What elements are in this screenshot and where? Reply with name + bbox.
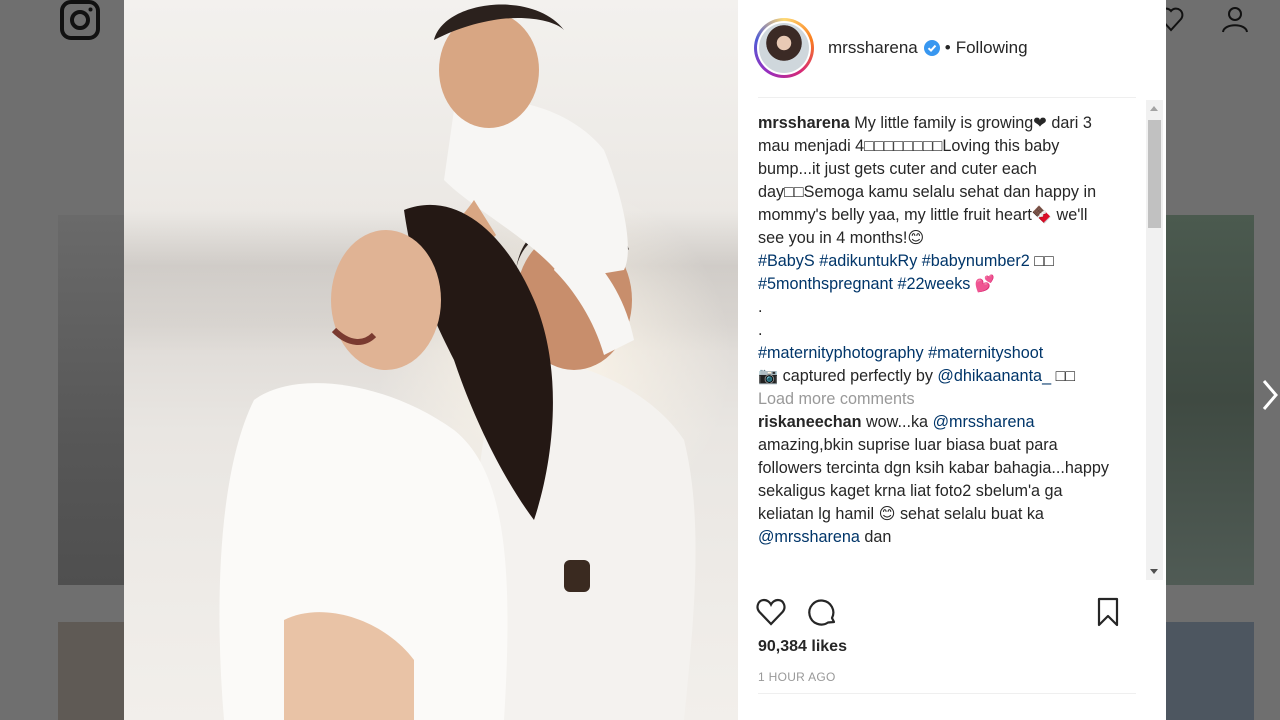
caption-username[interactable]: mrssharena — [758, 114, 850, 132]
feed-thumbnail[interactable] — [58, 215, 124, 585]
hashtag-link[interactable]: #maternityshoot — [928, 344, 1043, 362]
caption: mrssharena My little family is growing❤ … — [758, 112, 1116, 250]
likes-count[interactable]: 90,384 likes — [758, 638, 847, 656]
hashtag-link[interactable]: #adikuntukRy — [819, 252, 917, 270]
feed-thumbnail[interactable] — [1166, 622, 1254, 720]
hashtag-link[interactable]: #5monthspregnant — [758, 275, 893, 293]
post-actions — [738, 582, 1166, 642]
heart-icon[interactable] — [754, 595, 788, 629]
post-timestamp[interactable]: 1 HOUR AGO — [758, 670, 836, 684]
caption-hashtags-line: #BabyS #adikuntukRy #babynumber2 □□ — [758, 250, 1116, 273]
feed-thumbnail[interactable] — [58, 622, 124, 720]
hashtag-link[interactable]: #maternityphotography — [758, 344, 924, 362]
following-button[interactable]: Following — [956, 38, 1028, 58]
profile-icon[interactable] — [1220, 4, 1250, 34]
avatar[interactable] — [754, 18, 814, 78]
post-photo[interactable] — [124, 0, 738, 720]
scroll-down-arrow[interactable] — [1150, 569, 1158, 574]
header-divider — [758, 97, 1136, 98]
caption-dot: . — [758, 298, 763, 316]
caption-hashtags-line: #5monthspregnant #22weeks 💕 — [758, 273, 1116, 296]
comment-text: dan — [864, 528, 892, 546]
chevron-right-icon[interactable] — [1260, 375, 1280, 415]
comment-icon[interactable] — [806, 595, 840, 629]
scroll-up-arrow[interactable] — [1150, 106, 1158, 111]
caption-credit: 📷 captured perfectly by @dhikaananta_ □□ — [758, 365, 1116, 388]
mention-link[interactable]: @mrssharena — [758, 528, 860, 546]
hashtag-link[interactable]: #BabyS — [758, 252, 815, 270]
caption-hashtags-line: #maternityphotography #maternityshoot — [758, 342, 1116, 365]
instagram-icon[interactable] — [60, 0, 100, 40]
caption-text: My little family is growing❤ dari 3 mau … — [758, 114, 1097, 247]
load-more-comments-button[interactable]: Load more comments — [758, 388, 1116, 411]
scrollbar-thumb[interactable] — [1148, 120, 1161, 228]
credit-text: 📷 captured perfectly by — [758, 367, 933, 385]
header-separator: • — [944, 38, 951, 57]
comments-list[interactable]: mrssharena My little family is growing❤ … — [758, 112, 1116, 582]
avatar-photo — [759, 23, 809, 73]
hashtag-suffix: □□ — [1034, 252, 1054, 270]
comment: riskaneechan wow...ka @mrssharena amazin… — [758, 411, 1116, 549]
verified-badge-icon — [923, 40, 940, 56]
hashtag-suffix: 💕 — [974, 275, 996, 293]
hashtag-link[interactable]: #22weeks — [898, 275, 971, 293]
comment-username[interactable]: riskaneechan — [758, 413, 861, 431]
credit-suffix: □□ — [1055, 367, 1076, 385]
photo-family-illustration — [219, 4, 696, 720]
post-sidebar: mrssharena • Following mrssharena My lit… — [738, 0, 1166, 720]
bookmark-icon[interactable] — [1091, 595, 1125, 629]
mention-link[interactable]: @mrssharena — [933, 413, 1035, 431]
header-username[interactable]: mrssharena — [828, 38, 918, 58]
hashtag-link[interactable]: #babynumber2 — [922, 252, 1030, 270]
footer-divider — [758, 693, 1136, 694]
caption-dot: . — [758, 321, 763, 339]
mention-link[interactable]: @dhikaananta_ — [937, 367, 1051, 385]
post-modal: mrssharena • Following mrssharena My lit… — [124, 0, 1166, 720]
comments-scrollbar[interactable] — [1146, 100, 1163, 580]
feed-thumbnail[interactable] — [1166, 215, 1254, 585]
post-header: mrssharena • Following — [738, 0, 1166, 98]
comment-text: wow...ka — [865, 413, 929, 431]
comment-text: 😊 sehat selalu buat ka — [878, 505, 1044, 523]
